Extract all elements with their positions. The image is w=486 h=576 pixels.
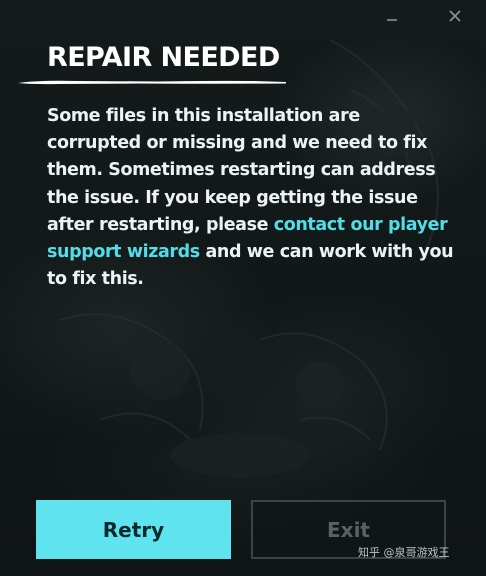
retry-button[interactable]: Retry xyxy=(36,500,231,559)
minimize-button[interactable] xyxy=(380,4,404,28)
title-underline xyxy=(18,80,286,85)
minimize-icon xyxy=(387,19,397,21)
close-button[interactable] xyxy=(443,4,467,28)
dialog-message: Some files in this installation are corr… xyxy=(47,103,459,293)
dialog-title: REPAIR NEEDED xyxy=(47,42,280,73)
repair-dialog-window: REPAIR NEEDED Some files in this install… xyxy=(0,0,486,576)
watermark: 知乎 @泉哥游戏王 xyxy=(358,546,450,559)
close-icon xyxy=(449,10,461,22)
